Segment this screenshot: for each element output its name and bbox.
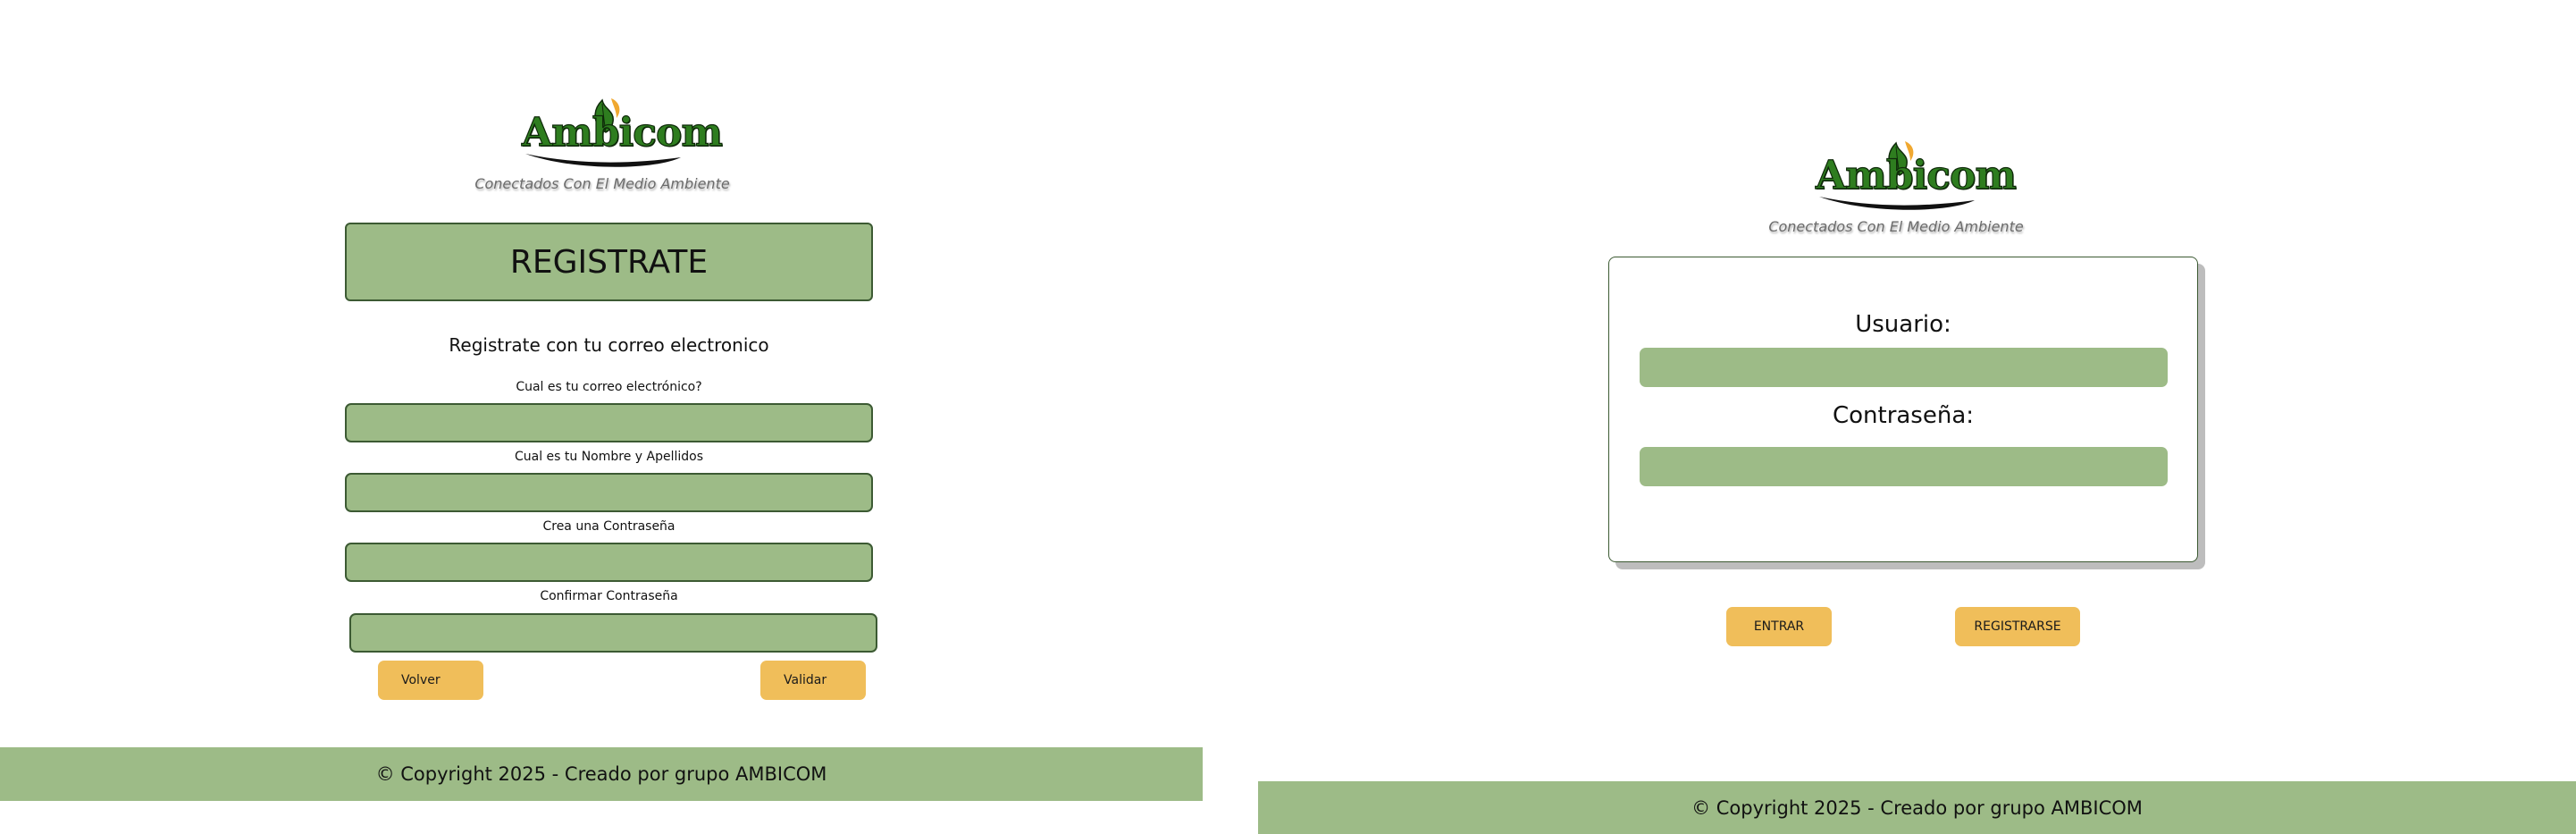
logo-art: Ambicom [521,98,723,173]
fullname-label: Cual es tu Nombre y Apellidos [514,450,704,464]
login-footer: © Copyright 2025 - Creado por grupo AMBI… [1258,781,2576,834]
email-field[interactable] [345,403,873,442]
validate-button[interactable]: Validar [760,661,866,700]
password-label: Crea una Contraseña [542,519,675,534]
brand-tagline: Conectados Con El Medio Ambiente [1768,218,2024,235]
brand-logo: Ambicom Conectados Con El Medio Ambiente [1708,141,2084,235]
brand-tagline: Conectados Con El Medio Ambiente [474,175,730,192]
back-button[interactable]: Volver [378,661,483,700]
register-title: REGISTRATE [345,223,873,301]
confirm-password-field[interactable] [349,613,877,653]
login-card: Usuario: Contraseña: [1608,257,2198,562]
confirm-password-label: Confirmar Contraseña [540,589,678,603]
register-panel: Ambicom Conectados Con El Medio Ambiente… [0,0,1203,834]
register-button[interactable]: REGISTRARSE [1955,607,2080,646]
username-field[interactable] [1640,348,2168,387]
fullname-field[interactable] [345,473,873,512]
enter-button[interactable]: ENTRAR [1726,607,1832,646]
email-label: Cual es tu correo electrónico? [516,380,702,394]
username-label: Usuario: [1855,311,1951,338]
login-password-field[interactable] [1640,447,2168,486]
logo-swoosh [1819,197,1975,210]
logo-art: Ambicom [1815,141,2017,216]
register-subtitle: Registrate con tu correo electronico [449,334,769,356]
logo-swoosh [525,154,681,167]
login-password-label: Contraseña: [1832,402,1975,429]
brand-logo: Ambicom Conectados Con El Medio Ambiente [415,98,790,192]
register-footer: © Copyright 2025 - Creado por grupo AMBI… [0,747,1203,801]
password-field[interactable] [345,543,873,582]
